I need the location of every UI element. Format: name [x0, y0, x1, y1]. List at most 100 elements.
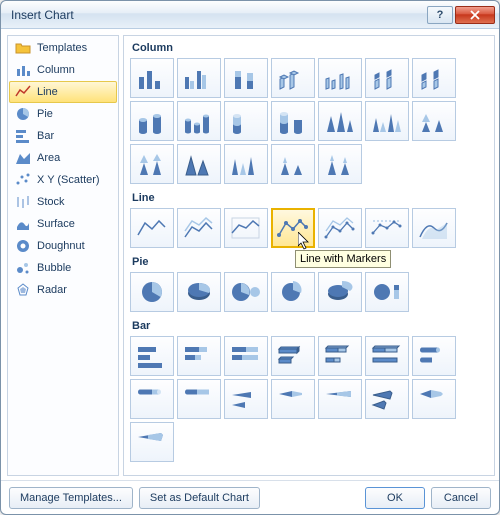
- sidebar-item-area[interactable]: Area: [9, 147, 117, 169]
- chart-option[interactable]: [177, 58, 221, 98]
- dialog-footer: Manage Templates... Set as Default Chart…: [1, 480, 499, 514]
- titlebar: Insert Chart ?: [1, 1, 499, 29]
- chart-option[interactable]: [412, 101, 456, 141]
- sidebar-item-label: Area: [37, 152, 60, 164]
- sidebar-item-label: Templates: [37, 42, 87, 54]
- section-header-line: Line: [130, 190, 492, 208]
- sidebar-item-scatter[interactable]: X Y (Scatter): [9, 169, 117, 191]
- close-icon: [470, 10, 480, 20]
- chart-option[interactable]: [365, 272, 409, 312]
- chart-option[interactable]: [224, 101, 268, 141]
- chart-option[interactable]: [318, 336, 362, 376]
- chart-option[interactable]: [271, 144, 315, 184]
- bar-icon: [15, 128, 31, 144]
- chart-option[interactable]: [130, 422, 174, 462]
- chart-option[interactable]: [412, 58, 456, 98]
- sidebar-item-label: Stock: [37, 196, 65, 208]
- sidebar-item-label: Column: [37, 64, 75, 76]
- chart-option[interactable]: [177, 101, 221, 141]
- folder-icon: [15, 40, 31, 56]
- chart-option[interactable]: [365, 208, 409, 248]
- stock-icon: [15, 194, 31, 210]
- sidebar-item-surface[interactable]: Surface: [9, 213, 117, 235]
- chart-type-panel[interactable]: Column L: [123, 35, 495, 476]
- chart-option[interactable]: [365, 101, 409, 141]
- pie-grid: [130, 272, 492, 312]
- chart-option[interactable]: [130, 336, 174, 376]
- chart-option[interactable]: [318, 101, 362, 141]
- sidebar-item-doughnut[interactable]: Doughnut: [9, 235, 117, 257]
- chart-option[interactable]: [224, 144, 268, 184]
- chart-option[interactable]: [130, 208, 174, 248]
- section-header-bar: Bar: [130, 318, 492, 336]
- chart-option[interactable]: [271, 272, 315, 312]
- category-sidebar[interactable]: Templates Column Line Pie Bar Area: [7, 35, 119, 476]
- set-default-chart-button[interactable]: Set as Default Chart: [139, 487, 260, 509]
- bar-grid: [130, 336, 492, 462]
- sidebar-item-templates[interactable]: Templates: [9, 37, 117, 59]
- sidebar-item-label: Line: [37, 86, 58, 98]
- chart-option[interactable]: [412, 336, 456, 376]
- chart-option[interactable]: [224, 58, 268, 98]
- sidebar-item-label: Surface: [37, 218, 75, 230]
- sidebar-item-label: Pie: [37, 108, 53, 120]
- chart-option[interactable]: [130, 101, 174, 141]
- chart-option[interactable]: [130, 58, 174, 98]
- chart-option[interactable]: [412, 379, 456, 419]
- chart-option[interactable]: [271, 58, 315, 98]
- sidebar-item-radar[interactable]: Radar: [9, 279, 117, 301]
- chart-option[interactable]: [177, 208, 221, 248]
- chart-option-line-with-markers[interactable]: [271, 208, 315, 248]
- chart-option[interactable]: [130, 272, 174, 312]
- chart-option[interactable]: [130, 379, 174, 419]
- chart-option[interactable]: [365, 58, 409, 98]
- chart-option[interactable]: [318, 272, 362, 312]
- sidebar-item-column[interactable]: Column: [9, 59, 117, 81]
- chart-option[interactable]: [224, 208, 268, 248]
- line-icon: [15, 84, 31, 100]
- column-icon: [15, 62, 31, 78]
- ok-button[interactable]: OK: [365, 487, 425, 509]
- pie-icon: [15, 106, 31, 122]
- sidebar-item-label: Radar: [37, 284, 67, 296]
- chart-option[interactable]: [318, 208, 362, 248]
- surface-icon: [15, 216, 31, 232]
- sidebar-item-stock[interactable]: Stock: [9, 191, 117, 213]
- bubble-icon: [15, 260, 31, 276]
- chart-option[interactable]: [177, 379, 221, 419]
- help-icon: ?: [437, 9, 444, 21]
- sidebar-item-pie[interactable]: Pie: [9, 103, 117, 125]
- chart-option[interactable]: [271, 101, 315, 141]
- dialog-title: Insert Chart: [11, 8, 425, 22]
- scatter-icon: [15, 172, 31, 188]
- sidebar-item-bubble[interactable]: Bubble: [9, 257, 117, 279]
- dialog-body: Templates Column Line Pie Bar Area: [1, 29, 499, 480]
- chart-option[interactable]: [130, 144, 174, 184]
- chart-option[interactable]: [224, 336, 268, 376]
- cancel-button[interactable]: Cancel: [431, 487, 491, 509]
- column-grid: [130, 58, 492, 184]
- sidebar-item-label: Bubble: [37, 262, 71, 274]
- chart-option[interactable]: [177, 144, 221, 184]
- line-grid: Line with Markers: [130, 208, 492, 248]
- chart-option[interactable]: [365, 379, 409, 419]
- help-button[interactable]: ?: [427, 6, 453, 24]
- chart-option[interactable]: [412, 208, 456, 248]
- chart-option[interactable]: [271, 336, 315, 376]
- sidebar-item-label: X Y (Scatter): [37, 174, 100, 186]
- chart-option[interactable]: [271, 379, 315, 419]
- chart-option[interactable]: [224, 272, 268, 312]
- chart-option[interactable]: [318, 58, 362, 98]
- manage-templates-button[interactable]: Manage Templates...: [9, 487, 133, 509]
- sidebar-item-line[interactable]: Line: [9, 81, 117, 103]
- chart-option[interactable]: [177, 336, 221, 376]
- sidebar-item-bar[interactable]: Bar: [9, 125, 117, 147]
- chart-option[interactable]: [224, 379, 268, 419]
- chart-option[interactable]: [318, 379, 362, 419]
- chart-option[interactable]: [365, 336, 409, 376]
- sidebar-item-label: Bar: [37, 130, 54, 142]
- chart-option[interactable]: [318, 144, 362, 184]
- chart-option[interactable]: [177, 272, 221, 312]
- close-button[interactable]: [455, 6, 495, 24]
- area-icon: [15, 150, 31, 166]
